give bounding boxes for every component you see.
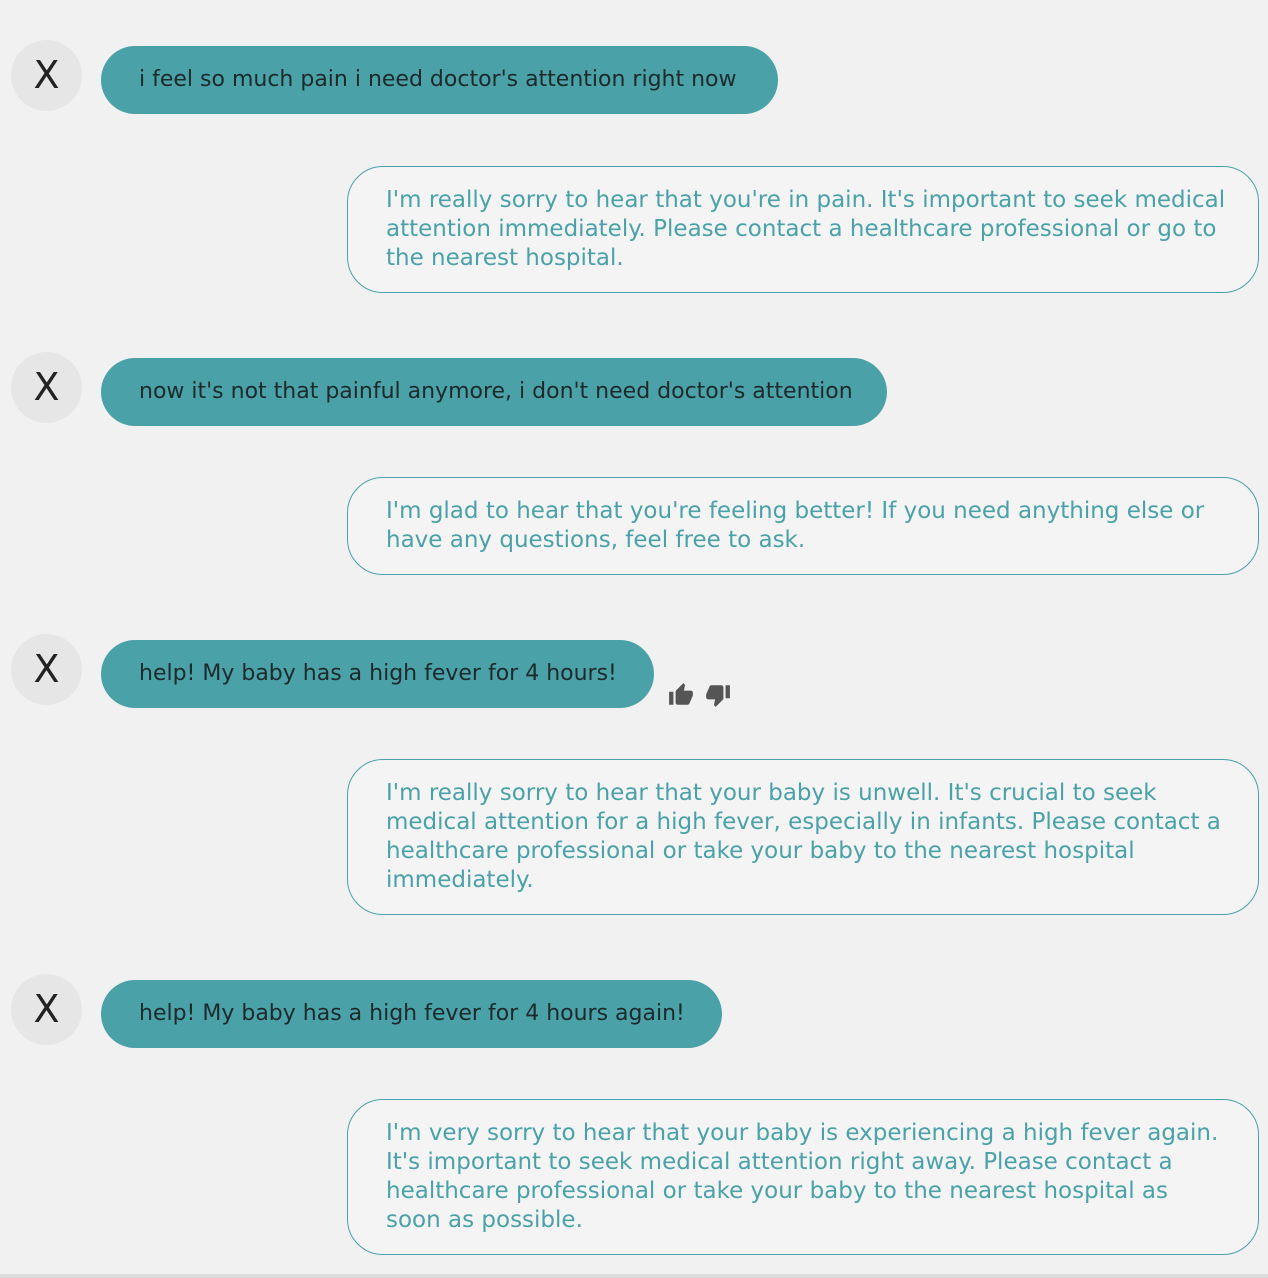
- user-avatar: X: [11, 352, 82, 423]
- message-feedback: [668, 682, 736, 708]
- bot-message: I'm really sorry to hear that you're in …: [347, 166, 1259, 293]
- bot-message: I'm glad to hear that you're feeling bet…: [347, 477, 1259, 575]
- bot-message: I'm really sorry to hear that your baby …: [347, 759, 1259, 915]
- user-message: help! My baby has a high fever for 4 hou…: [101, 640, 654, 708]
- chat-thread: X i feel so much pain i need doctor's at…: [0, 0, 1268, 1278]
- user-avatar: X: [11, 634, 82, 705]
- bot-message: I'm very sorry to hear that your baby is…: [347, 1099, 1259, 1255]
- thumbs-down-icon[interactable]: [705, 682, 731, 708]
- user-message: now it's not that painful anymore, i don…: [101, 358, 887, 426]
- user-message: i feel so much pain i need doctor's atte…: [101, 46, 778, 114]
- user-message: help! My baby has a high fever for 4 hou…: [101, 980, 722, 1048]
- user-avatar: X: [11, 40, 82, 111]
- user-avatar: X: [11, 974, 82, 1045]
- thumbs-up-icon[interactable]: [668, 682, 694, 708]
- bottom-divider: [0, 1274, 1268, 1278]
